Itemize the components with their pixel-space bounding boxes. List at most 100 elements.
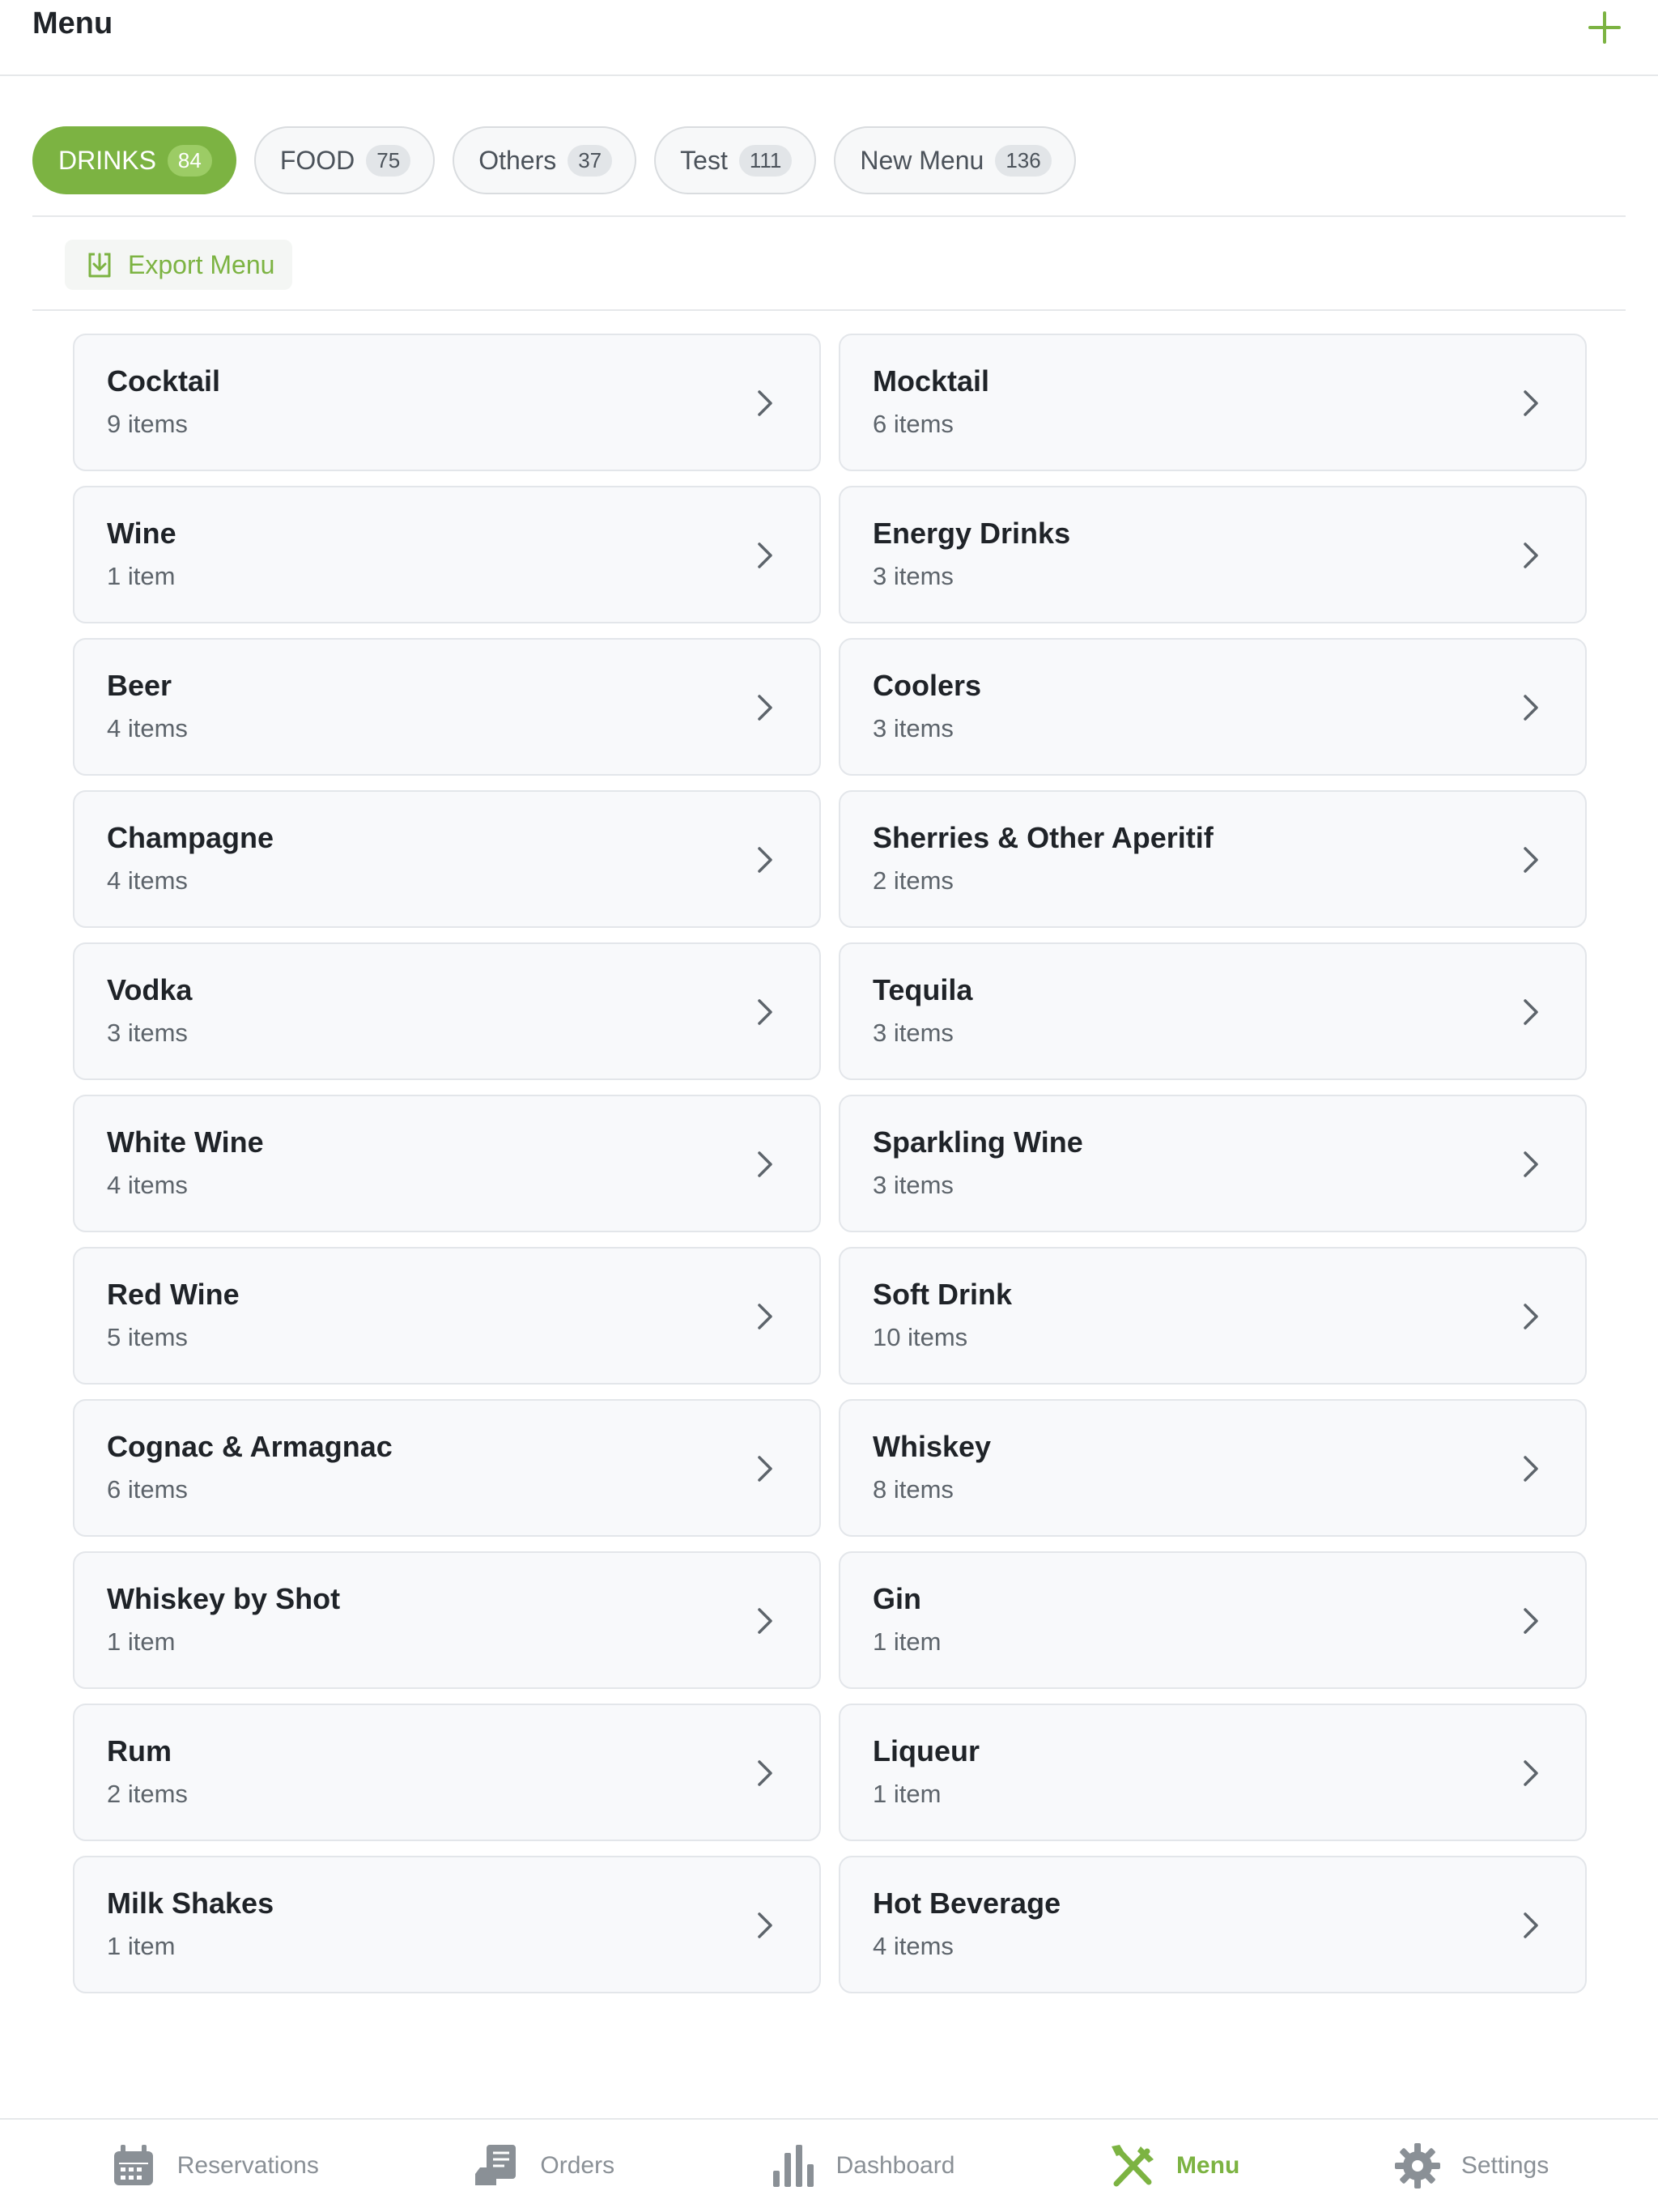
- category-name: Milk Shakes: [107, 1887, 274, 1920]
- tab-label: DRINKS: [58, 145, 156, 175]
- category-item-count: 1 item: [107, 562, 176, 590]
- category-card[interactable]: Liqueur 1 item: [839, 1704, 1587, 1841]
- category-card[interactable]: Cognac & Armagnac 6 items: [73, 1399, 821, 1537]
- category-item-count: 5 items: [107, 1323, 188, 1351]
- page-title: Menu: [32, 6, 113, 40]
- category-grid: Cocktail 9 items Mocktail 6 items Wine 1 item…: [73, 334, 1587, 1993]
- chevron-right-icon: [758, 1151, 772, 1177]
- category-name: Cognac & Armagnac: [107, 1430, 393, 1463]
- chevron-right-icon: [758, 390, 772, 416]
- tab-new-menu[interactable]: New Menu 136: [834, 126, 1076, 194]
- category-card[interactable]: Sparkling Wine 3 items: [839, 1095, 1587, 1232]
- nav-item-reservations[interactable]: Reservations: [109, 2142, 319, 2190]
- chevron-right-icon: [758, 999, 772, 1025]
- category-name: Beer: [107, 669, 172, 702]
- export-divider: [32, 309, 1626, 311]
- tab-count-badge: 84: [167, 144, 212, 177]
- chevron-right-icon: [758, 542, 772, 568]
- category-card[interactable]: Red Wine 5 items: [73, 1247, 821, 1385]
- category-item-count: 4 items: [107, 714, 188, 742]
- category-name: Liqueur: [873, 1734, 980, 1767]
- gear-icon: [1393, 2142, 1442, 2190]
- category-name: Sparkling Wine: [873, 1125, 1083, 1159]
- category-name: Soft Drink: [873, 1278, 1013, 1311]
- add-button[interactable]: [1572, 3, 1637, 52]
- bar-chart-icon: [768, 2142, 817, 2190]
- tab-food[interactable]: FOOD 75: [253, 126, 436, 194]
- category-item-count: 1 item: [107, 1932, 176, 1960]
- tab-test[interactable]: Test 111: [654, 126, 817, 194]
- chevron-right-icon: [758, 1608, 772, 1634]
- category-item-count: 9 items: [107, 410, 188, 438]
- category-card[interactable]: Vodka 3 items: [73, 942, 821, 1080]
- category-item-count: 3 items: [873, 1171, 954, 1199]
- chevron-right-icon: [758, 1760, 772, 1786]
- category-card[interactable]: Rum 2 items: [73, 1704, 821, 1841]
- category-card[interactable]: Sherries & Other Aperitif 2 items: [839, 790, 1587, 928]
- chevron-right-icon: [758, 847, 772, 873]
- nav-item-orders[interactable]: Orders: [472, 2142, 614, 2190]
- tab-others[interactable]: Others 37: [453, 126, 637, 194]
- category-name: Mocktail: [873, 364, 990, 398]
- tab-label: Test: [680, 145, 728, 175]
- category-card[interactable]: Champagne 4 items: [73, 790, 821, 928]
- category-name: Gin: [873, 1582, 921, 1615]
- chevron-right-icon: [1524, 695, 1538, 721]
- tab-count-badge: 111: [738, 144, 793, 177]
- category-item-count: 2 items: [107, 1780, 188, 1808]
- top-bar: Menu: [0, 0, 1658, 76]
- category-item-count: 3 items: [107, 1019, 188, 1047]
- chevron-right-icon: [1524, 542, 1538, 568]
- export-menu-button[interactable]: Export Menu: [65, 240, 293, 290]
- nav-item-settings[interactable]: Settings: [1393, 2142, 1549, 2190]
- category-card[interactable]: Hot Beverage 4 items: [839, 1856, 1587, 1993]
- category-card[interactable]: Energy Drinks 3 items: [839, 486, 1587, 623]
- category-card[interactable]: Wine 1 item: [73, 486, 821, 623]
- category-card[interactable]: Tequila 3 items: [839, 942, 1587, 1080]
- category-card[interactable]: Gin 1 item: [839, 1551, 1587, 1689]
- nav-item-dashboard[interactable]: Dashboard: [768, 2142, 954, 2190]
- chevron-right-icon: [1524, 999, 1538, 1025]
- category-card[interactable]: Whiskey by Shot 1 item: [73, 1551, 821, 1689]
- tab-label: Others: [478, 145, 557, 175]
- category-item-count: 8 items: [873, 1475, 954, 1504]
- category-name: Coolers: [873, 669, 982, 702]
- category-name: Sherries & Other Aperitif: [873, 821, 1214, 854]
- category-card[interactable]: Cocktail 9 items: [73, 334, 821, 471]
- menu-tabs: DRINKS 84 FOOD 75 Others 37 Test 111 New Menu 136: [32, 126, 1626, 217]
- chevron-right-icon: [758, 1456, 772, 1482]
- plus-icon: [1588, 11, 1621, 44]
- category-item-count: 3 items: [873, 714, 954, 742]
- category-card[interactable]: Coolers 3 items: [839, 638, 1587, 776]
- category-card[interactable]: Mocktail 6 items: [839, 334, 1587, 471]
- category-card[interactable]: Whiskey 8 items: [839, 1399, 1587, 1537]
- category-item-count: 3 items: [873, 562, 954, 590]
- tab-count-badge: 75: [366, 144, 411, 177]
- nav-label: Orders: [540, 2152, 615, 2179]
- category-name: Whiskey: [873, 1430, 992, 1463]
- chevron-right-icon: [1524, 1760, 1538, 1786]
- nav-item-menu[interactable]: Menu: [1108, 2142, 1239, 2190]
- tabs-divider: [32, 215, 1626, 217]
- tab-count-badge: 37: [568, 144, 613, 177]
- category-card[interactable]: Beer 4 items: [73, 638, 821, 776]
- category-name: Cocktail: [107, 364, 221, 398]
- bottom-navigation: Reservations Orders Dashboard Menu Settings: [0, 2118, 1658, 2212]
- chevron-right-icon: [1524, 1912, 1538, 1938]
- category-item-count: 4 items: [873, 1932, 954, 1960]
- chevron-right-icon: [1524, 1456, 1538, 1482]
- chevron-right-icon: [758, 1912, 772, 1938]
- nav-label: Settings: [1460, 2152, 1550, 2179]
- category-name: Whiskey by Shot: [107, 1582, 341, 1615]
- category-name: Vodka: [107, 973, 193, 1006]
- tab-drinks[interactable]: DRINKS 84: [32, 126, 236, 194]
- category-card[interactable]: White Wine 4 items: [73, 1095, 821, 1232]
- chevron-right-icon: [758, 695, 772, 721]
- category-card[interactable]: Milk Shakes 1 item: [73, 1856, 821, 1993]
- chevron-right-icon: [1524, 1608, 1538, 1634]
- category-name: White Wine: [107, 1125, 264, 1159]
- category-item-count: 1 item: [873, 1780, 942, 1808]
- category-item-count: 1 item: [873, 1627, 942, 1656]
- category-name: Wine: [107, 517, 176, 550]
- category-card[interactable]: Soft Drink 10 items: [839, 1247, 1587, 1385]
